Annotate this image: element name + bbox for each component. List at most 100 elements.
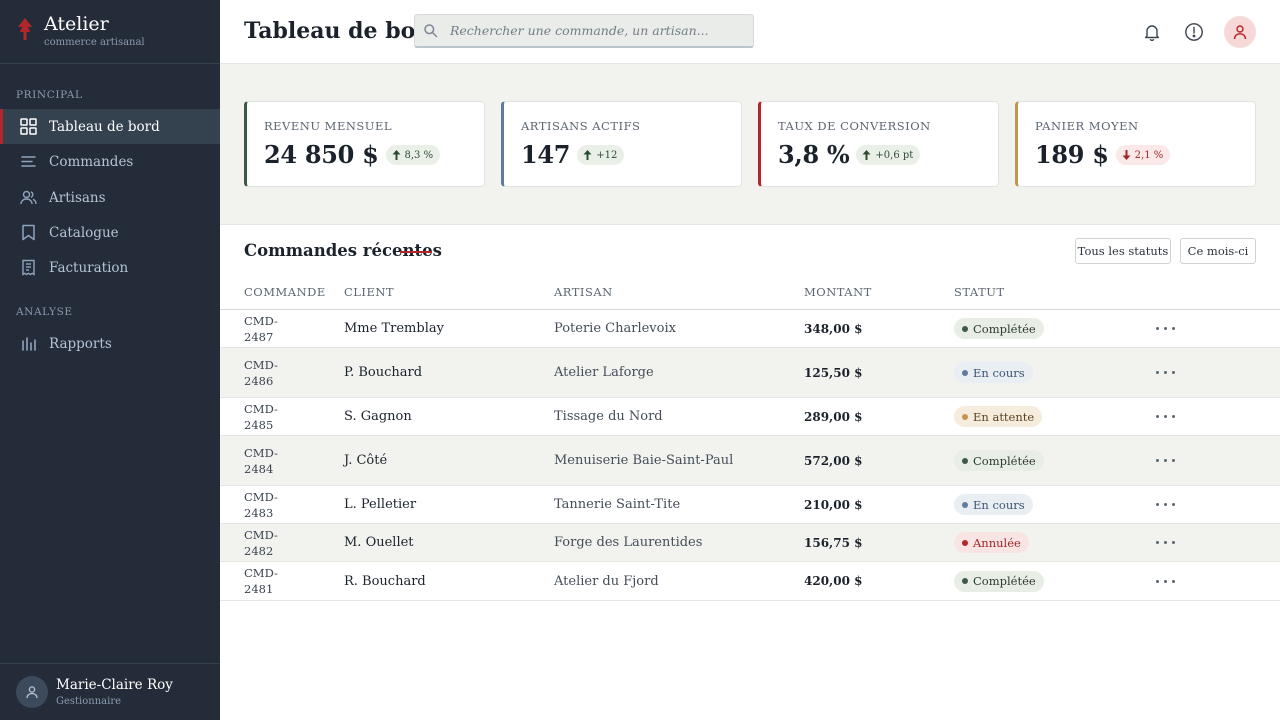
- notifications-button[interactable]: [1140, 20, 1164, 44]
- account-avatar-button[interactable]: [1224, 16, 1256, 48]
- status-cell: Complétée: [954, 310, 1044, 347]
- order-amount: 289,00 $: [804, 409, 863, 424]
- sidebar-item-billing[interactable]: Facturation: [0, 250, 220, 285]
- kpi-delta: 2,1 %: [1115, 145, 1171, 165]
- status-dot: [962, 413, 968, 420]
- order-amount: 125,50 $: [804, 365, 863, 380]
- status-dot: [962, 501, 968, 508]
- kpi-value: 24 850 $: [264, 140, 379, 169]
- status-label: Complétée: [973, 321, 1036, 336]
- more-dots-icon: [1155, 459, 1159, 462]
- row-actions-button[interactable]: [1152, 310, 1178, 347]
- status-dot: [962, 369, 968, 376]
- status-cell: En cours: [954, 348, 1033, 397]
- kpi-value: 189 $: [1035, 140, 1109, 169]
- more-dots-icon: [1155, 415, 1159, 418]
- order-id[interactable]: CMD-2483: [244, 486, 292, 523]
- status-badge: Complétée: [954, 318, 1044, 339]
- order-amount: 210,00 $: [804, 497, 863, 512]
- status-label: En attente: [973, 409, 1035, 424]
- tree-logo-icon: [18, 18, 32, 40]
- user-role: Gestionnaire: [56, 695, 122, 707]
- kpi-label: ARTISANS ACTIFS: [521, 119, 641, 133]
- row-actions-button[interactable]: [1152, 348, 1178, 397]
- brand[interactable]: Atelier commerce artisanal: [0, 0, 220, 64]
- row-actions-button[interactable]: [1152, 562, 1178, 600]
- search-box[interactable]: [414, 14, 754, 48]
- more-dots-icon: [1155, 503, 1159, 506]
- table-row[interactable]: CMD-2484 J. Côté Menuiserie Baie-Saint-Pau…: [220, 436, 1280, 486]
- period-filter-button[interactable]: Ce mois-ci: [1180, 238, 1256, 264]
- sidebar-item-label: Catalogue: [49, 224, 119, 241]
- order-id[interactable]: CMD-2486: [244, 348, 292, 397]
- table-row[interactable]: CMD-2482 M. Ouellet Forge des Laurentides 1…: [220, 524, 1280, 562]
- status-cell: Annulée: [954, 524, 1029, 561]
- kpi-value: 3,8 %: [778, 140, 850, 169]
- kpi-card-basket: PANIER MOYEN 189 $ 2,1 %: [1015, 101, 1256, 187]
- status-dot: [962, 457, 968, 464]
- artisan-name: Tissage du Nord: [554, 409, 663, 424]
- sidebar-item-label: Rapports: [49, 335, 112, 352]
- client-name: R. Bouchard: [344, 573, 426, 589]
- kpi-value: 147: [521, 140, 571, 169]
- sidebar-item-label: Tableau de bord: [49, 118, 160, 135]
- status-label: Annulée: [973, 535, 1021, 550]
- status-dot: [962, 578, 968, 584]
- sidebar-item-label: Commandes: [49, 153, 134, 170]
- alert-icon: [1185, 23, 1203, 41]
- grid-icon: [20, 118, 37, 135]
- brand-tagline: commerce artisanal: [44, 37, 145, 48]
- order-id[interactable]: CMD-2484: [244, 436, 292, 485]
- status-dot: [962, 325, 968, 332]
- sidebar-item-dashboard[interactable]: Tableau de bord: [0, 109, 220, 144]
- column-header-status[interactable]: STATUT: [954, 285, 1005, 299]
- sidebar-item-reports[interactable]: Rapports: [0, 326, 220, 361]
- column-header-client[interactable]: CLIENT: [344, 285, 394, 299]
- client-name: M. Ouellet: [344, 535, 414, 550]
- table-row[interactable]: CMD-2483 L. Pelletier Tannerie Saint-Tite 2…: [220, 486, 1280, 524]
- kpi-delta-text: +12: [596, 149, 618, 161]
- column-header-artisan[interactable]: ARTISAN: [554, 285, 613, 299]
- sidebar-item-artisans[interactable]: Artisans: [0, 180, 220, 215]
- kpi-delta-text: +0,6 pt: [875, 149, 914, 161]
- row-actions-button[interactable]: [1152, 486, 1178, 523]
- artisan-name: Menuiserie Baie-Saint-Paul: [554, 453, 734, 468]
- status-dot: [962, 539, 968, 546]
- status-badge: En cours: [954, 494, 1033, 515]
- status-cell: Complétée: [954, 562, 1044, 600]
- column-header-amount[interactable]: MONTANT: [804, 285, 872, 299]
- kpi-delta: 8,3 %: [385, 145, 441, 165]
- status-filter-button[interactable]: Tous les statuts: [1075, 238, 1171, 264]
- users-icon: [20, 190, 37, 205]
- table-row[interactable]: CMD-2486 P. Bouchard Atelier Laforge 125,50…: [220, 348, 1280, 398]
- row-actions-button[interactable]: [1152, 436, 1178, 485]
- bar-chart-icon: [22, 337, 36, 351]
- more-dots-icon: [1155, 371, 1159, 374]
- row-actions-button[interactable]: [1152, 524, 1178, 561]
- bell-icon: [1145, 25, 1159, 41]
- kpi-delta: +12: [577, 145, 625, 165]
- table-row[interactable]: CMD-2481 R. Bouchard Atelier du Fjord 420,0…: [220, 562, 1280, 601]
- sidebar-item-catalogue[interactable]: Catalogue: [0, 215, 220, 250]
- table-row[interactable]: CMD-2487 Mme Tremblay Poterie Charlevoix 34…: [220, 310, 1280, 348]
- user-icon: [26, 686, 38, 699]
- artisan-name: Poterie Charlevoix: [554, 321, 676, 336]
- sidebar-item-orders[interactable]: Commandes: [0, 144, 220, 179]
- alerts-button[interactable]: [1182, 20, 1206, 44]
- order-id[interactable]: CMD-2485: [244, 398, 292, 435]
- status-label: Complétée: [973, 453, 1036, 468]
- arrow-up-icon: [392, 150, 401, 160]
- row-actions-button[interactable]: [1152, 398, 1178, 435]
- table-row[interactable]: CMD-2485 S. Gagnon Tissage du Nord 289,00 $…: [220, 398, 1280, 436]
- title-accent-rule: [400, 251, 432, 253]
- kpi-card-artisans: ARTISANS ACTIFS 147 +12: [501, 101, 742, 187]
- receipt-icon: [22, 259, 35, 276]
- search-input[interactable]: [450, 23, 730, 38]
- status-badge: Annulée: [954, 532, 1029, 553]
- order-id[interactable]: CMD-2481: [244, 562, 292, 600]
- client-name: P. Bouchard: [344, 365, 423, 380]
- user-profile[interactable]: Marie-Claire Roy Gestionnaire: [0, 663, 220, 720]
- order-id[interactable]: CMD-2487: [244, 310, 292, 347]
- order-id[interactable]: CMD-2482: [244, 524, 292, 561]
- column-header-order[interactable]: COMMANDE: [244, 285, 326, 299]
